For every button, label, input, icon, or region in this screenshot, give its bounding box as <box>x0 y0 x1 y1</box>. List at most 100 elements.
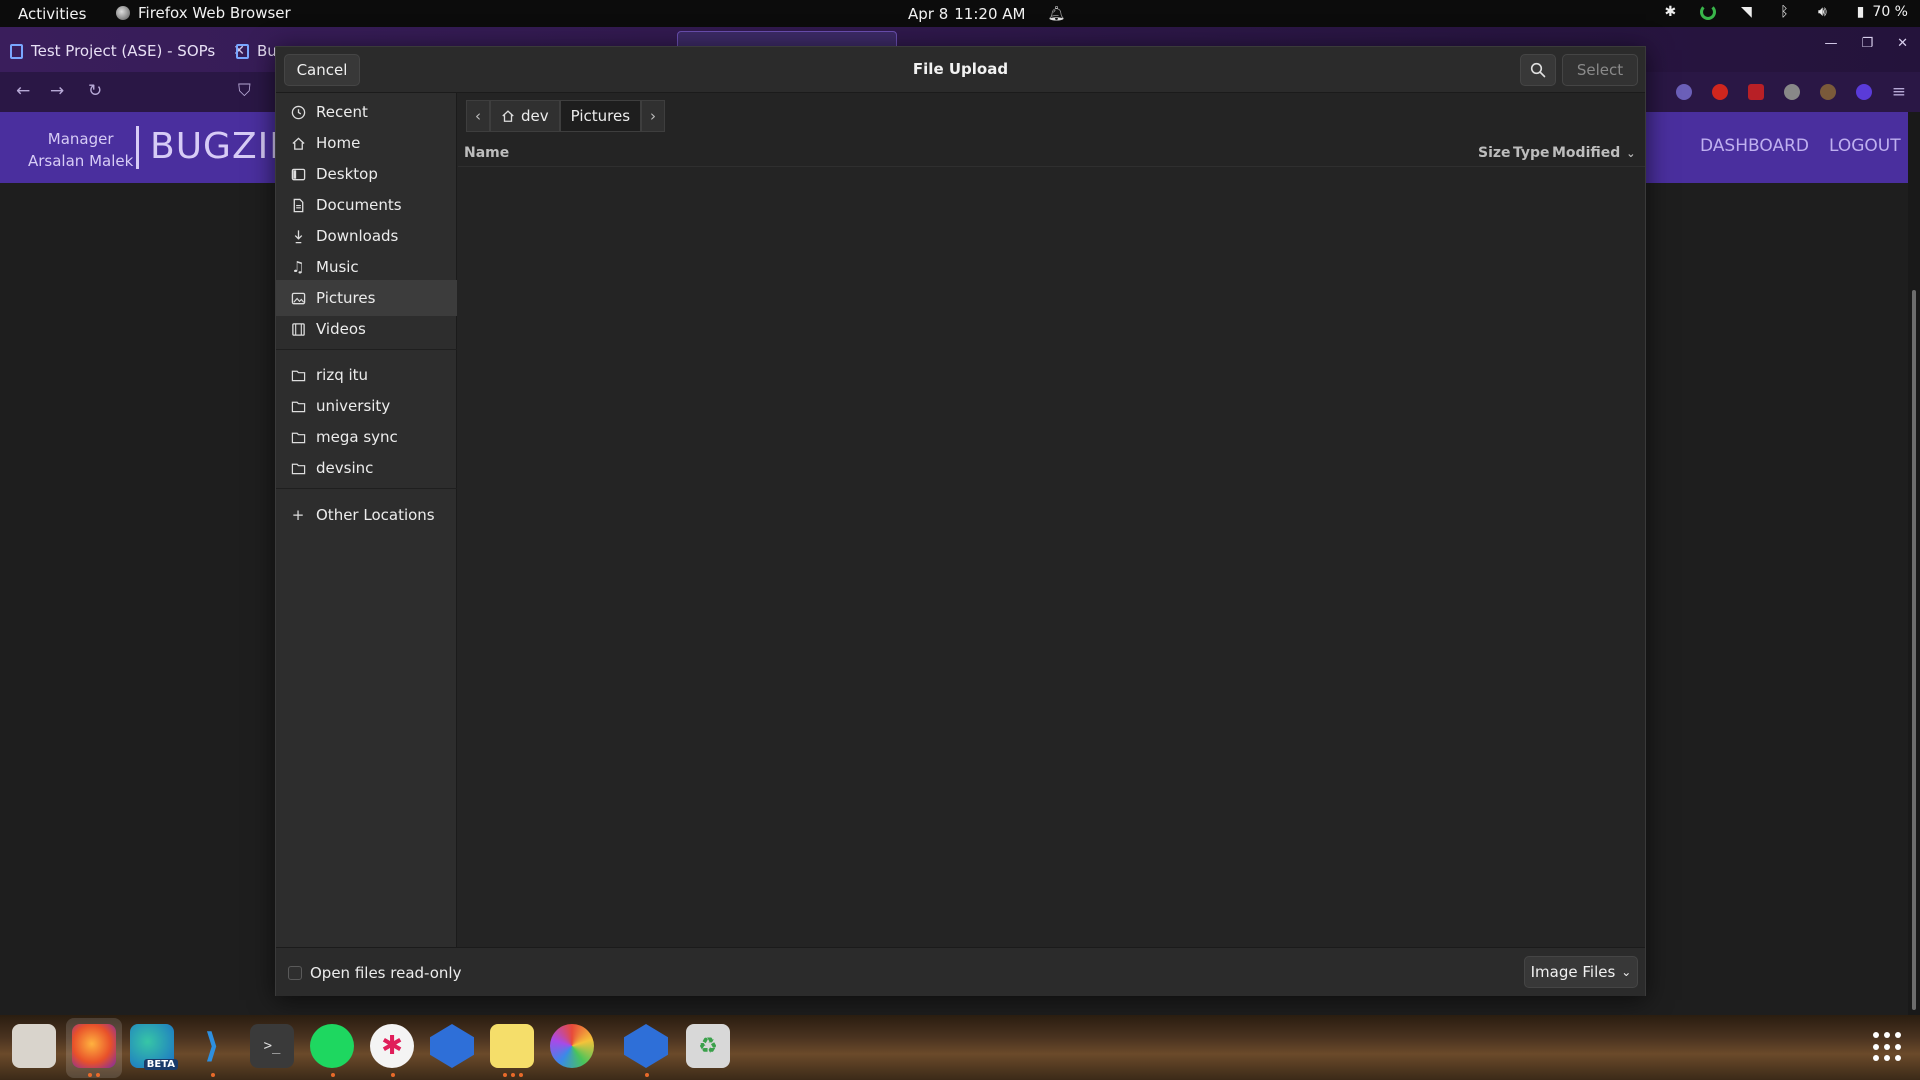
back-icon[interactable]: ← <box>16 81 30 101</box>
extension-icon[interactable] <box>1747 84 1764 100</box>
vscode-icon[interactable]: ⟩ <box>190 1024 234 1068</box>
path-segment-label: Pictures <box>570 107 631 125</box>
sidebar-item-videos[interactable]: Videos <box>276 311 457 347</box>
chevron-down-icon: ⌄ <box>1626 146 1636 160</box>
extension-icon[interactable] <box>1855 84 1872 100</box>
clock-date: Apr 8 <box>908 5 949 23</box>
browser-tab-title: Test Project (ASE) - SOPs <box>31 42 216 60</box>
select-button[interactable]: Select <box>1562 54 1638 86</box>
edge-beta-icon[interactable]: BETA <box>130 1024 178 1070</box>
extension-icons: ≡ <box>1675 82 1906 102</box>
user-role: Manager <box>47 130 114 148</box>
path-segment-home[interactable]: dev <box>490 100 560 132</box>
column-modified[interactable]: Modified ⌄ <box>1552 145 1635 161</box>
chevron-down-icon: ⌄ <box>1621 965 1632 979</box>
file-type-filter[interactable]: Image Files ⌄ <box>1524 956 1638 988</box>
bluetooth-icon[interactable]: ᛒ <box>1776 4 1792 20</box>
nav-logout[interactable]: LOGOUT <box>1829 136 1901 156</box>
folder-icon <box>290 429 306 445</box>
folder-icon <box>290 367 306 383</box>
header-divider <box>136 126 139 169</box>
active-app-name: Firefox Web Browser <box>138 4 291 22</box>
column-size[interactable]: Size <box>1478 145 1511 161</box>
nav-dashboard[interactable]: DASHBOARD <box>1700 136 1809 156</box>
clock[interactable]: Apr 8 11:20 AM 🔔︎ <box>908 5 1065 23</box>
terminal-icon[interactable]: >_ <box>250 1024 294 1068</box>
sidebar-item-label: Recent <box>316 103 368 121</box>
active-app-menu[interactable]: Firefox Web Browser <box>116 4 291 22</box>
sidebar-item-label: Desktop <box>316 165 378 183</box>
places-sidebar: Recent Home Desktop Documents Downloads <box>276 93 457 947</box>
reload-icon[interactable]: ↻ <box>88 81 102 101</box>
page-scrollbar-thumb[interactable] <box>1912 290 1916 1010</box>
dialog-header: Cancel File Upload Select <box>276 47 1645 93</box>
chevron-left-icon: ‹ <box>475 107 481 125</box>
browser-tab[interactable]: Bu <box>236 37 277 65</box>
trash-icon[interactable]: ♻ <box>686 1024 730 1068</box>
firefox-icon <box>116 6 130 20</box>
notes-icon[interactable] <box>490 1024 534 1068</box>
running-indicator <box>503 1073 507 1077</box>
shield-icon[interactable]: ⛉ <box>238 81 251 101</box>
sync-tray-icon[interactable] <box>1700 4 1717 20</box>
clock-time: 11:20 AM <box>954 5 1026 23</box>
window-controls: — ❐ ✕ <box>1824 36 1908 51</box>
browser-tab[interactable]: Test Project (ASE) - SOPs ✕ <box>10 37 245 65</box>
battery-icon: ▮ <box>1856 4 1865 20</box>
sidebar-bookmark-devsinc[interactable]: devsinc <box>276 450 457 486</box>
path-scroll-left[interactable]: ‹ <box>466 100 490 132</box>
search-icon <box>1530 62 1546 78</box>
dialog-title: File Upload <box>912 60 1009 78</box>
volume-icon[interactable]: 🔊︎ <box>1814 4 1830 20</box>
column-modified-label: Modified <box>1552 145 1621 161</box>
browser-tab-title: Bu <box>257 42 277 60</box>
read-only-option[interactable]: Open files read-only <box>288 964 461 982</box>
chevron-right-icon: › <box>650 107 657 125</box>
battery-percent: 70 % <box>1872 4 1908 20</box>
sidebar-item-label: Music <box>316 258 359 276</box>
activities-button[interactable]: Activities <box>18 5 86 23</box>
sidebar-item-label: Pictures <box>316 289 376 307</box>
extension-icon[interactable] <box>1819 84 1836 100</box>
document-icon <box>290 197 306 213</box>
file-list[interactable] <box>458 168 1645 947</box>
download-icon <box>290 228 306 244</box>
files-icon[interactable] <box>12 1024 56 1068</box>
sidebar-item-other-locations[interactable]: + Other Locations <box>276 497 457 533</box>
spotify-icon[interactable] <box>310 1024 354 1068</box>
home-icon <box>502 110 514 122</box>
color-picker-icon[interactable] <box>550 1024 594 1068</box>
minimize-icon[interactable]: — <box>1824 36 1837 51</box>
path-scroll-right[interactable]: › <box>641 100 666 132</box>
sidebar-item-label: Downloads <box>316 227 399 245</box>
sidebar-separator <box>276 488 457 489</box>
forward-icon[interactable]: → <box>50 81 64 101</box>
system-tray[interactable]: ✱ ◥ ᛒ 🔊︎ ▮ 70 % <box>1662 4 1908 20</box>
wifi-icon[interactable]: ◥ <box>1738 4 1754 20</box>
extension-icon[interactable] <box>1675 84 1692 100</box>
read-only-checkbox[interactable] <box>288 966 302 980</box>
read-only-label: Open files read-only <box>310 964 462 982</box>
running-indicator <box>511 1073 515 1077</box>
column-type[interactable]: Type <box>1513 145 1550 161</box>
running-indicator <box>391 1073 395 1077</box>
firefox-icon[interactable] <box>72 1024 116 1068</box>
path-segment-current[interactable]: Pictures <box>559 100 642 132</box>
battery-indicator[interactable]: ▮ 70 % <box>1852 4 1908 20</box>
slack-icon[interactable]: ✱ <box>370 1024 414 1068</box>
user-name: Arsalan Malek <box>28 152 134 170</box>
show-apps-icon[interactable] <box>1873 1032 1903 1062</box>
edge-badge: BETA <box>143 1059 178 1070</box>
extension-icon[interactable] <box>1711 84 1728 100</box>
column-name[interactable]: Name <box>464 145 509 161</box>
search-button[interactable] <box>1520 54 1556 86</box>
system-top-bar: Activities Firefox Web Browser Apr 8 11:… <box>0 0 1920 27</box>
slack-tray-icon[interactable]: ✱ <box>1662 4 1678 20</box>
close-icon[interactable]: ✕ <box>1897 36 1908 51</box>
restore-icon[interactable]: ❐ <box>1861 36 1873 51</box>
sidebar-item-label: Videos <box>316 320 366 338</box>
extension-icon[interactable] <box>1783 84 1800 100</box>
menu-icon[interactable]: ≡ <box>1892 82 1906 102</box>
desktop-icon <box>290 166 306 182</box>
picture-icon <box>290 290 306 306</box>
